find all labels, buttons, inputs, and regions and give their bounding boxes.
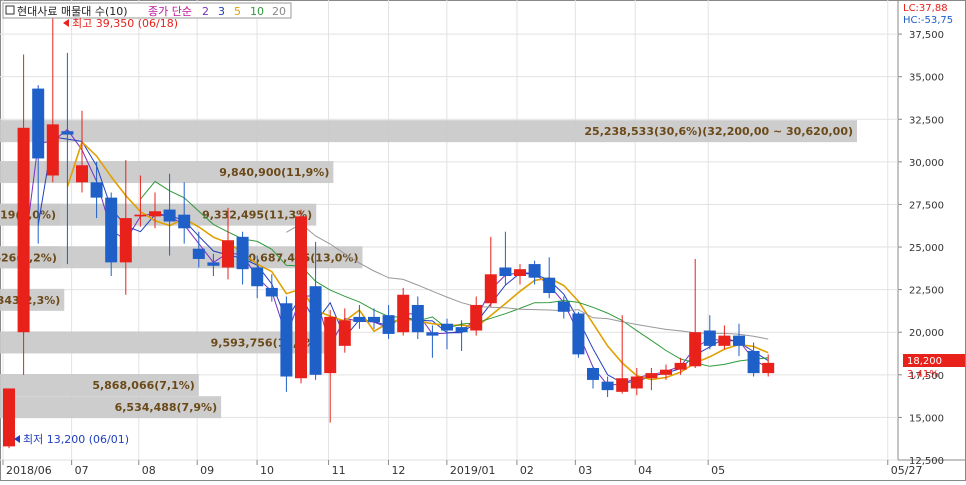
ma-legend-item: 10 bbox=[250, 5, 264, 18]
volume-profile-label: 25,238,533(30,6%)(32,200,00 ~ 30,620,00) bbox=[584, 125, 853, 138]
candle-body bbox=[222, 240, 234, 268]
candle-body bbox=[338, 320, 351, 346]
ma-legend-item: 3 bbox=[218, 5, 225, 18]
y-tick-label: 37,500 bbox=[909, 30, 944, 41]
y-tick-label: 20,000 bbox=[909, 328, 944, 339]
x-tick-label: 11 bbox=[332, 464, 346, 477]
candle-body bbox=[426, 332, 439, 336]
candle-body bbox=[90, 182, 103, 198]
candle-body bbox=[368, 316, 380, 322]
y-tick-label: 25,000 bbox=[909, 243, 944, 254]
candle-body bbox=[411, 304, 424, 333]
volume-profile-label: 5,868,066(7,1%) bbox=[92, 379, 195, 392]
candle-body bbox=[689, 332, 702, 367]
candle-body bbox=[207, 262, 220, 266]
candle-body bbox=[236, 236, 249, 270]
current-change: 3,41% bbox=[907, 369, 939, 380]
y-tick-label: 27,500 bbox=[909, 200, 944, 211]
x-tick-label: 05/27 bbox=[891, 464, 923, 477]
candle-body bbox=[353, 316, 366, 322]
high-marker: 최고 39,350 (06/18) bbox=[63, 17, 178, 30]
candle-body bbox=[455, 327, 468, 333]
ma-legend-item: 5 bbox=[234, 5, 241, 18]
y-tick-label: 30,000 bbox=[909, 158, 944, 169]
candle-body bbox=[499, 267, 512, 276]
candle-body bbox=[324, 316, 337, 374]
candle-body bbox=[616, 378, 629, 392]
low-label: 최저 13,200 (06/01) bbox=[23, 433, 129, 446]
x-tick-label: 2019/01 bbox=[450, 464, 496, 477]
x-tick-label: 12 bbox=[391, 464, 405, 477]
candle-body bbox=[514, 269, 526, 276]
y-tick-label: 35,000 bbox=[909, 73, 944, 84]
ma-legend-item: 2 bbox=[202, 5, 209, 18]
ma-legend-item: 20 bbox=[272, 5, 286, 18]
candle-body bbox=[762, 362, 775, 374]
lc-readout: LC:37,88 bbox=[903, 3, 948, 14]
candle-body bbox=[484, 274, 497, 304]
candle-body bbox=[660, 369, 672, 375]
candle-body bbox=[543, 277, 556, 294]
candle-body bbox=[645, 373, 658, 379]
y-tick-label: 32,500 bbox=[909, 115, 944, 126]
candle-body bbox=[46, 124, 59, 176]
candle-body bbox=[703, 330, 716, 346]
legend-checkbox[interactable] bbox=[5, 5, 15, 15]
candle-body bbox=[119, 218, 132, 263]
candle-body bbox=[733, 335, 745, 346]
candle-body bbox=[747, 350, 760, 374]
chart-svg: 25,238,533(30,6%)(32,200,00 ~ 30,620,00)… bbox=[0, 0, 966, 481]
candle-body bbox=[601, 381, 614, 391]
candle-body bbox=[630, 376, 643, 389]
candle-body bbox=[587, 368, 599, 380]
candle-body bbox=[470, 304, 483, 331]
x-tick-label: 10 bbox=[260, 464, 274, 477]
x-tick-label: 02 bbox=[520, 464, 534, 477]
current-price: 18,200 bbox=[907, 356, 942, 367]
candle-body bbox=[280, 303, 293, 377]
candle-body bbox=[441, 323, 453, 331]
x-tick-label: 03 bbox=[578, 464, 592, 477]
x-tick-label: 05 bbox=[711, 464, 725, 477]
candle-body bbox=[251, 267, 264, 287]
candle-body bbox=[718, 335, 731, 346]
candle-body bbox=[76, 165, 88, 183]
hc-readout: HC:-53,75 bbox=[903, 15, 953, 26]
candle-body bbox=[3, 388, 15, 447]
candle-body bbox=[149, 211, 161, 217]
y-tick-label: 22,500 bbox=[909, 286, 944, 297]
candle-body bbox=[61, 131, 74, 135]
x-tick-label: 08 bbox=[142, 464, 156, 477]
candle-body bbox=[178, 214, 191, 229]
low-marker: 최저 13,200 (06/01) bbox=[14, 433, 129, 446]
candle-body bbox=[192, 248, 205, 259]
y-tick-label: 15,000 bbox=[909, 413, 944, 424]
volume-profile-label: 9,840,900(11,9%) bbox=[219, 166, 329, 179]
candle-body bbox=[557, 301, 570, 312]
candle-body bbox=[17, 127, 30, 333]
volume-profile-label: 6,534,488(7,9%) bbox=[115, 401, 218, 414]
candle-body bbox=[674, 362, 687, 370]
x-tick-label: 09 bbox=[200, 464, 214, 477]
volume-profile-label: 1,890,343(2,3%) bbox=[0, 294, 60, 307]
candle-body bbox=[295, 216, 307, 379]
stock-chart: 25,238,533(30,6%)(32,200,00 ~ 30,620,00)… bbox=[0, 0, 966, 481]
candle-body bbox=[528, 264, 541, 278]
candle-body bbox=[382, 315, 395, 334]
candle-body bbox=[397, 294, 410, 333]
x-tick-label: 07 bbox=[75, 464, 89, 477]
candle-body bbox=[309, 286, 322, 375]
candle-body bbox=[163, 209, 176, 222]
x-tick-label: 2018/06 bbox=[6, 464, 52, 477]
candle-body bbox=[265, 287, 278, 297]
candle-body bbox=[105, 197, 118, 263]
high-label: 최고 39,350 (06/18) bbox=[72, 17, 178, 30]
x-tick-label: 04 bbox=[638, 464, 652, 477]
candle-body bbox=[572, 313, 585, 355]
candle-body bbox=[32, 88, 45, 159]
candle-body bbox=[134, 214, 147, 217]
